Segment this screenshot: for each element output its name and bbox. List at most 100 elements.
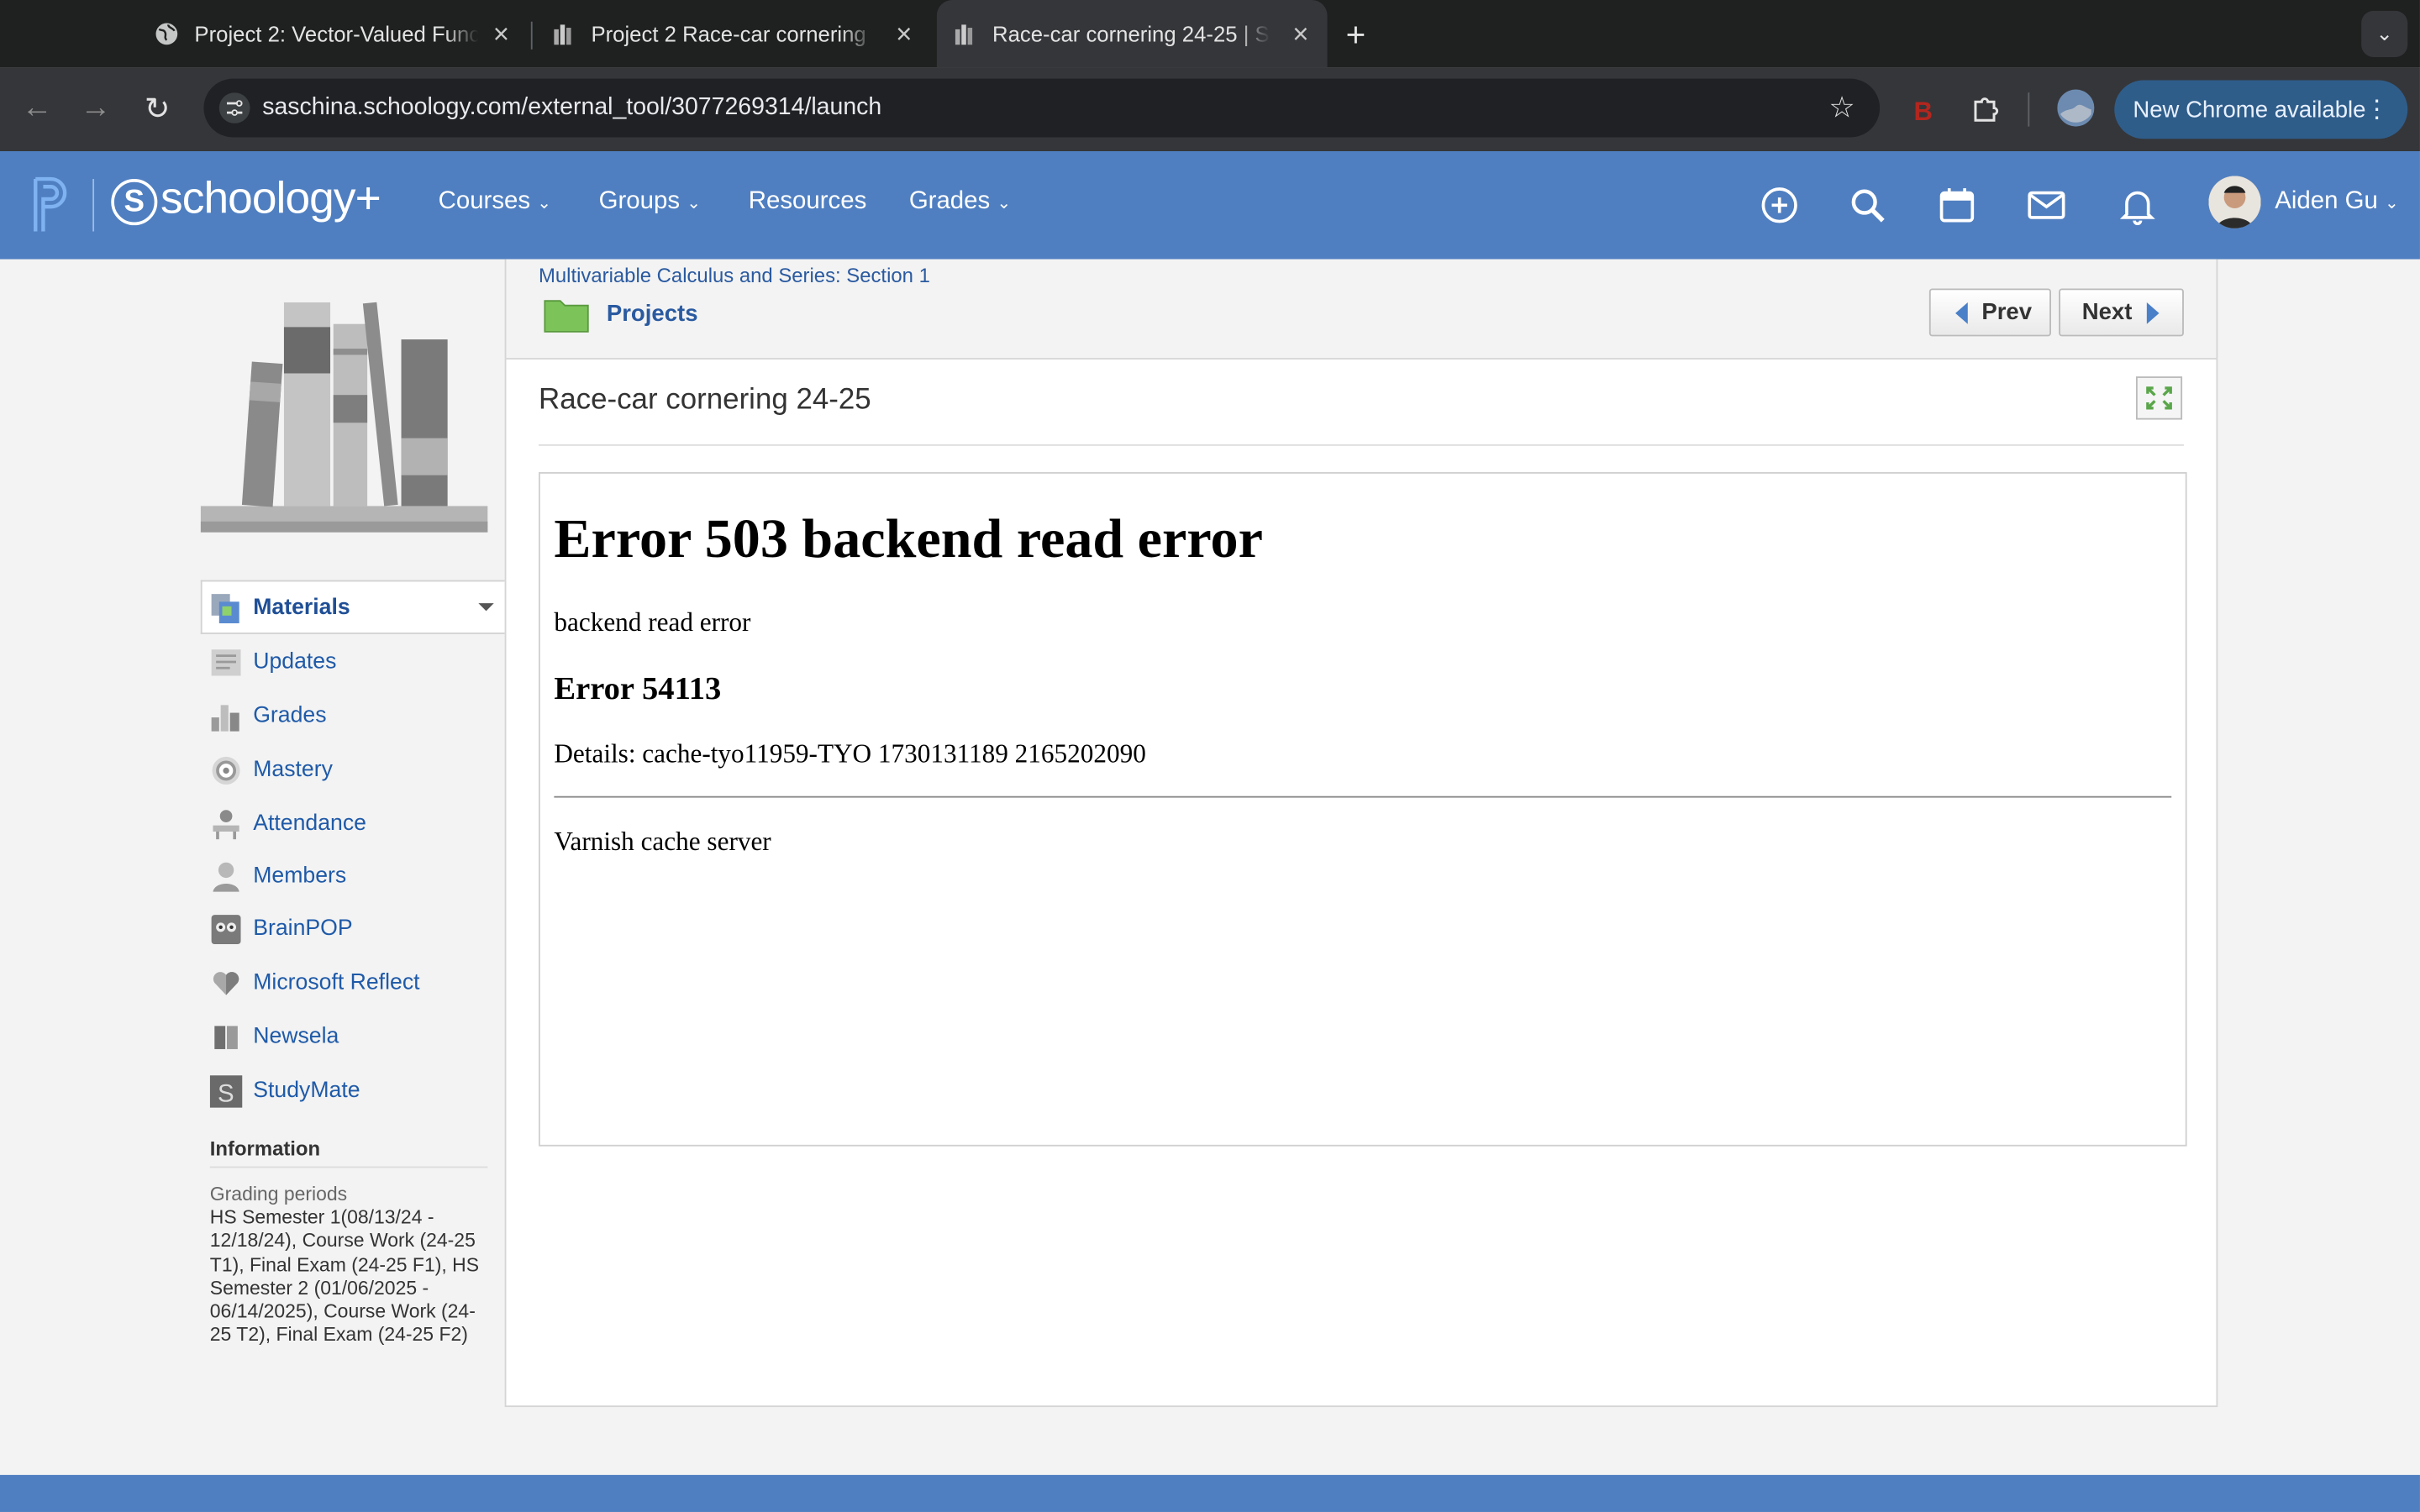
nav-courses[interactable]: Courses ⌄ xyxy=(439,188,552,216)
close-icon[interactable]: × xyxy=(896,18,912,50)
reflect-icon xyxy=(213,971,239,995)
browser-tab[interactable]: Project 2: Vector-Valued Func × xyxy=(133,0,528,68)
bookmark-star-icon[interactable]: ☆ xyxy=(1828,91,1854,126)
back-icon[interactable]: ← xyxy=(15,87,58,129)
browser-tab-active[interactable]: Race-car cornering 24-25 | Sc × xyxy=(936,0,1328,68)
tab-title: Project 2: Vector-Valued Func xyxy=(194,21,479,47)
menu-kebab-icon[interactable]: ⋮ xyxy=(2365,94,2389,125)
prev-label: Prev xyxy=(1981,299,2033,326)
chevron-down-icon: ⌄ xyxy=(997,194,1012,213)
messages-mail-icon[interactable] xyxy=(2027,185,2067,225)
sidebar-item-label: Newsela xyxy=(253,1024,339,1049)
sidebar-item-mastery[interactable]: Mastery xyxy=(210,751,333,788)
grading-periods-text: HS Semester 1(08/13/24 - 12/18/24), Cour… xyxy=(209,1206,480,1347)
update-label: New Chrome available xyxy=(2133,96,2366,123)
sidebar-item-grades[interactable]: Grades xyxy=(210,697,327,734)
divider xyxy=(539,444,2184,446)
nav-label: Courses xyxy=(438,188,531,215)
notifications-bell-icon[interactable] xyxy=(2118,185,2158,226)
breadcrumb-folder-link[interactable]: Projects xyxy=(607,301,698,327)
caret-down-icon[interactable] xyxy=(478,603,494,612)
sidebar-item-members[interactable]: Members xyxy=(210,858,346,895)
user-name: Aiden Gu xyxy=(2275,188,2378,215)
nav-groups[interactable]: Groups ⌄ xyxy=(599,188,701,216)
sidebar-item-materials[interactable]: Materials xyxy=(210,590,350,627)
studymate-icon: S xyxy=(209,1074,243,1107)
extensions-puzzle-icon[interactable] xyxy=(1970,92,2003,126)
error-details: Details: cache-tyo11959-TYO 1730131189 2… xyxy=(554,738,1146,769)
members-icon xyxy=(213,861,239,891)
sidebar-item-label: Members xyxy=(253,864,347,889)
error-heading: Error 503 backend read error xyxy=(554,507,1263,570)
brainpop-icon xyxy=(211,914,241,944)
globe-icon xyxy=(155,23,178,45)
close-icon[interactable]: × xyxy=(1292,18,1308,50)
divider xyxy=(209,1166,488,1168)
sidebar-item-microsoft-reflect[interactable]: Microsoft Reflect xyxy=(210,964,420,1001)
sidebar-item-brainpop[interactable]: BrainPOP xyxy=(210,911,353,948)
new-tab-icon[interactable]: + xyxy=(1346,15,1366,55)
nav-label: Resources xyxy=(748,188,867,215)
mastery-icon xyxy=(212,755,240,785)
calendar-icon[interactable] xyxy=(1937,185,1977,225)
site-settings-icon[interactable] xyxy=(218,92,251,123)
sidebar-item-label: StudyMate xyxy=(253,1078,360,1104)
nav-label: Groups xyxy=(598,188,681,215)
tab-title: Race-car cornering 24-25 | Sc xyxy=(992,21,1270,47)
error-code: Error 54113 xyxy=(554,669,722,707)
grades-icon xyxy=(211,704,239,731)
logo-divider xyxy=(92,179,95,232)
url-text: saschina.schoology.com/external_tool/307… xyxy=(262,94,882,121)
sidebar-item-attendance[interactable]: Attendance xyxy=(210,806,366,843)
page-title: Race-car cornering 24-25 xyxy=(539,384,871,417)
sidebar-item-studymate[interactable]: S StudyMate xyxy=(209,1073,360,1110)
materials-icon xyxy=(211,593,239,623)
forward-icon[interactable]: → xyxy=(74,87,117,129)
server-signature: Varnish cache server xyxy=(554,827,771,857)
new-chrome-available-button[interactable]: New Chrome available ⋮ xyxy=(2114,80,2408,139)
next-button[interactable]: Next xyxy=(2059,288,2184,337)
svg-text:B: B xyxy=(1914,97,1933,126)
footer-bar xyxy=(0,1474,2420,1512)
reload-icon[interactable]: ↻ xyxy=(136,87,179,129)
sidebar-item-label: Updates xyxy=(253,649,337,675)
svg-text:S: S xyxy=(218,1079,234,1106)
fullscreen-expand-icon[interactable] xyxy=(2135,376,2183,420)
extension-b-icon[interactable]: B xyxy=(1907,92,1941,126)
updates-icon xyxy=(211,648,241,675)
search-icon[interactable] xyxy=(1848,185,1888,225)
nav-grades[interactable]: Grades ⌄ xyxy=(909,188,1011,216)
address-bar[interactable]: saschina.schoology.com/external_tool/307… xyxy=(203,78,1881,138)
profile-avatar-icon[interactable] xyxy=(2057,89,2095,127)
schoology-logo-icon[interactable]: S xyxy=(111,179,158,226)
chevron-down-icon: ⌄ xyxy=(537,194,552,213)
arrow-left-icon xyxy=(1955,302,1968,323)
sidebar-item-newsela[interactable]: Newsela xyxy=(210,1018,339,1055)
tab-search-icon[interactable]: ⌄ xyxy=(2361,10,2408,57)
nav-resources[interactable]: Resources xyxy=(749,188,866,216)
error-message: backend read error xyxy=(554,607,751,638)
sidebar-item-label: Materials xyxy=(253,595,350,621)
create-plus-icon[interactable] xyxy=(1760,185,1800,225)
schoology-course-icon xyxy=(554,24,571,45)
divider xyxy=(554,795,2172,798)
browser-tab[interactable]: Project 2 Race-car cornering × xyxy=(533,0,931,68)
user-menu[interactable]: Aiden Gu ⌄ xyxy=(2275,188,2399,216)
prev-button[interactable]: Prev xyxy=(1928,288,2051,337)
attendance-icon xyxy=(213,809,239,839)
schoology-logo-text[interactable]: schoology+ xyxy=(160,175,381,226)
folder-icon xyxy=(544,300,589,333)
close-icon[interactable]: × xyxy=(493,18,509,50)
sidebar-item-label: Mastery xyxy=(253,757,333,783)
sidebar-item-label: BrainPOP xyxy=(253,916,353,942)
chevron-down-icon: ⌄ xyxy=(687,194,702,213)
arrow-right-icon xyxy=(2145,302,2159,323)
powerschool-logo-icon[interactable] xyxy=(31,176,77,234)
external-tool-iframe xyxy=(539,472,2187,1147)
sidebar-item-label: Grades xyxy=(253,703,327,728)
sidebar-item-updates[interactable]: Updates xyxy=(210,643,337,680)
schoology-course-icon xyxy=(955,24,973,45)
avatar[interactable] xyxy=(2208,176,2261,228)
browser-toolbar: ← → ↻ saschina.schoology.com/external_to… xyxy=(0,67,2420,151)
breadcrumb-course-link[interactable]: Multivariable Calculus and Series: Secti… xyxy=(539,264,930,287)
